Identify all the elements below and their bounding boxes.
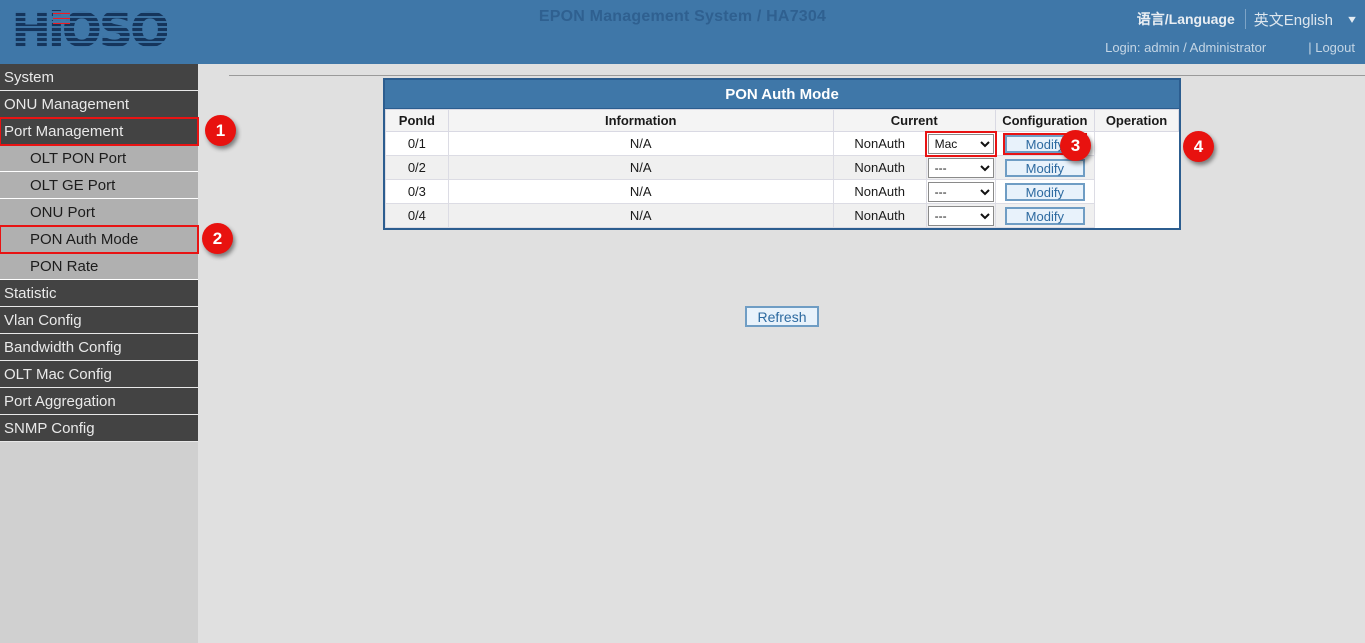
sidebar-item-label: Bandwidth Config (4, 339, 122, 356)
table-header-row: PonId Information Current Configuration … (386, 110, 1179, 132)
sidebar-item-label: Port Management (4, 123, 123, 140)
logout-link[interactable]: | Logout (1308, 40, 1355, 55)
language-selector[interactable]: 语言/Language 英文English ▾ (1137, 6, 1357, 32)
sidebar-item-olt-mac-config[interactable]: OLT Mac Config (0, 361, 198, 388)
modify-button-wrapper: Modify (1005, 183, 1085, 201)
column-header-information: Information (448, 110, 833, 132)
sidebar-item-label: OLT PON Port (30, 150, 126, 167)
cell-ponid: 0/1 (386, 132, 449, 156)
cell-configuration: ---MacLoidLoidMacNonAuth (926, 132, 995, 156)
sidebar-nav: System ONU Management Port Management OLT P… (0, 64, 198, 643)
configuration-select[interactable]: ---MacLoidLoidMacNonAuth (928, 158, 994, 178)
table-row: 0/4N/ANonAuth---MacLoidLoidMacNonAuth Mod… (386, 204, 1179, 228)
cell-current: NonAuth (833, 132, 926, 156)
modify-button-wrapper: Modify (1005, 159, 1085, 177)
cell-configuration: ---MacLoidLoidMacNonAuth (926, 180, 995, 204)
sidebar-item-label: ONU Port (30, 204, 95, 221)
sidebar-item-label: Port Aggregation (4, 393, 116, 410)
cell-ponid: 0/3 (386, 180, 449, 204)
column-header-operation: Operation (1095, 110, 1179, 132)
session-info: Login: admin / Administrator | Logout (1105, 40, 1355, 55)
sidebar-item-label: OLT GE Port (30, 177, 115, 194)
configuration-select-wrapper: ---MacLoidLoidMacNonAuth (928, 158, 994, 178)
table-header: PonId Information Current Configuration … (386, 110, 1179, 132)
column-header-current: Current (833, 110, 995, 132)
configuration-select-wrapper: ---MacLoidLoidMacNonAuth (928, 134, 994, 154)
sidebar-item-snmp-config[interactable]: SNMP Config (0, 415, 198, 442)
sidebar-item-bandwidth-config[interactable]: Bandwidth Config (0, 334, 198, 361)
sidebar-item-olt-ge-port[interactable]: OLT GE Port (0, 172, 198, 199)
modify-button[interactable]: Modify (1005, 207, 1085, 225)
sidebar-item-pon-auth-mode[interactable]: PON Auth Mode (0, 226, 198, 253)
sidebar-item-label: System (4, 69, 54, 86)
configuration-select[interactable]: ---MacLoidLoidMacNonAuth (928, 206, 994, 226)
panel-title: PON Auth Mode (385, 80, 1179, 109)
configuration-select[interactable]: ---MacLoidLoidMacNonAuth (928, 134, 994, 154)
sidebar-item-label: Statistic (4, 285, 57, 302)
login-user-text: Login: admin / Administrator (1105, 40, 1266, 55)
sidebar-item-label: OLT Mac Config (4, 366, 112, 383)
step-marker-1: 1 (205, 115, 236, 146)
cell-information: N/A (448, 180, 833, 204)
sidebar-item-label: ONU Management (4, 96, 129, 113)
sidebar-item-vlan-config[interactable]: Vlan Config (0, 307, 198, 334)
configuration-select-wrapper: ---MacLoidLoidMacNonAuth (928, 182, 994, 202)
cell-operation: Modify (995, 204, 1094, 228)
sidebar-item-pon-rate[interactable]: PON Rate (0, 253, 198, 280)
modify-button[interactable]: Modify (1005, 183, 1085, 201)
sidebar-item-onu-port[interactable]: ONU Port (0, 199, 198, 226)
sidebar-item-onu-management[interactable]: ONU Management (0, 91, 198, 118)
sidebar-item-port-aggregation[interactable]: Port Aggregation (0, 388, 198, 415)
sidebar-item-system[interactable]: System (0, 64, 198, 91)
configuration-select[interactable]: ---MacLoidLoidMacNonAuth (928, 182, 994, 202)
sidebar-item-label: PON Auth Mode (30, 231, 138, 248)
step-marker-4: 4 (1183, 131, 1214, 162)
cell-information: N/A (448, 204, 833, 228)
cell-information: N/A (448, 132, 833, 156)
table-row: 0/2N/ANonAuth---MacLoidLoidMacNonAuth Mod… (386, 156, 1179, 180)
language-label: 语言/Language (1137, 9, 1235, 29)
configuration-select-wrapper: ---MacLoidLoidMacNonAuth (928, 206, 994, 226)
sidebar-item-olt-pon-port[interactable]: OLT PON Port (0, 145, 198, 172)
sidebar-item-label: Vlan Config (4, 312, 82, 329)
table-row: 0/3N/ANonAuth---MacLoidLoidMacNonAuth Mod… (386, 180, 1179, 204)
sidebar-item-port-management[interactable]: Port Management (0, 118, 198, 145)
column-header-ponid: PonId (386, 110, 449, 132)
cell-current: NonAuth (833, 156, 926, 180)
modify-button[interactable]: Modify (1005, 159, 1085, 177)
step-marker-3: 3 (1060, 130, 1091, 161)
cell-configuration: ---MacLoidLoidMacNonAuth (926, 156, 995, 180)
cell-current: NonAuth (833, 204, 926, 228)
sidebar-item-label: SNMP Config (4, 420, 95, 437)
cell-information: N/A (448, 156, 833, 180)
refresh-button[interactable]: Refresh (745, 306, 819, 327)
modify-button-wrapper: Modify (1005, 207, 1085, 225)
refresh-row: Refresh (383, 306, 1181, 327)
cell-configuration: ---MacLoidLoidMacNonAuth (926, 204, 995, 228)
cell-ponid: 0/4 (386, 204, 449, 228)
sidebar-item-statistic[interactable]: Statistic (0, 280, 198, 307)
language-current-value[interactable]: 英文English ▾ (1254, 9, 1357, 30)
content-divider (229, 75, 1365, 76)
pon-auth-mode-panel: PON Auth Mode PonId Information Current … (383, 78, 1181, 230)
language-value-text: 英文English (1254, 9, 1333, 30)
sidebar-item-label: PON Rate (30, 258, 98, 275)
pon-auth-table: PonId Information Current Configuration … (385, 109, 1179, 228)
column-header-configuration: Configuration (995, 110, 1094, 132)
chevron-down-icon: ▾ (1348, 12, 1356, 26)
step-marker-2: 2 (202, 223, 233, 254)
cell-current: NonAuth (833, 180, 926, 204)
cell-ponid: 0/2 (386, 156, 449, 180)
language-divider (1245, 9, 1246, 29)
cell-operation: Modify (995, 180, 1094, 204)
page-header: HiOSO EPON Management System / HA7304 语言… (0, 0, 1365, 64)
